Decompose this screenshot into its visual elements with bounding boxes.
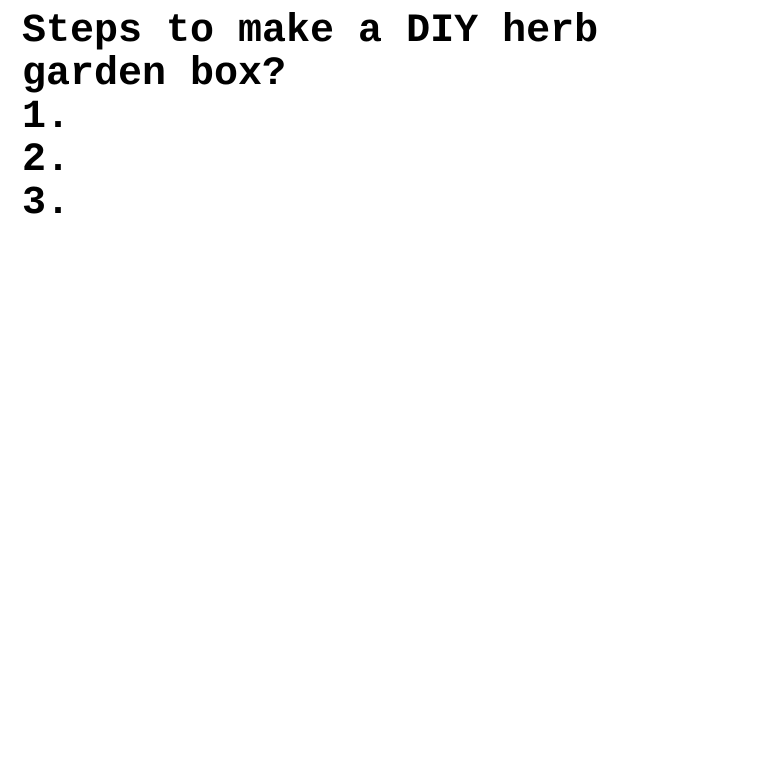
- document: Steps to make a DIY herb garden box? 1. 2…: [22, 10, 742, 225]
- title-line-2: garden box?: [22, 52, 287, 97]
- step-item-2: 2.: [22, 138, 71, 183]
- page-title: Steps to make a DIY herb garden box?: [22, 10, 742, 96]
- title-line-1: Steps to make a DIY herb: [22, 9, 599, 54]
- step-item-3: 3.: [22, 181, 71, 226]
- steps-list: 1. 2. 3.: [22, 96, 742, 225]
- step-item-1: 1.: [22, 95, 71, 140]
